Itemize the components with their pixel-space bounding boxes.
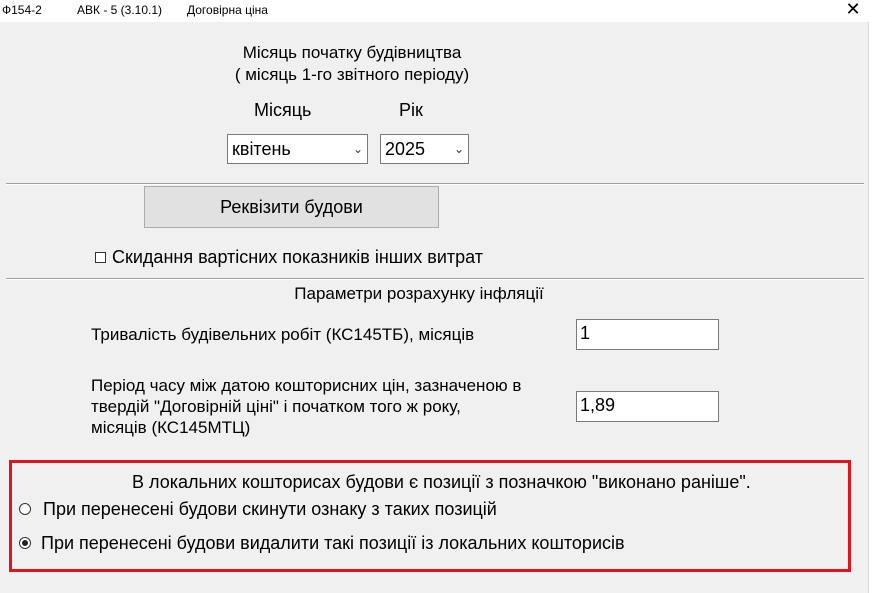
close-button[interactable]: ✕ xyxy=(838,0,868,20)
separator xyxy=(6,183,864,184)
period-label: Період часу між датою кошторисних цін, з… xyxy=(91,375,521,438)
separator xyxy=(6,278,864,279)
duration-input[interactable]: 1 xyxy=(576,319,719,350)
form-code: Ф154-2 xyxy=(2,3,42,17)
start-month-subheading: ( місяць 1-го звітного періоду) xyxy=(234,65,470,84)
year-select-value: 2025 xyxy=(385,139,426,159)
earlier-positions-notice: В локальних кошторисах будови є позиції … xyxy=(132,472,751,492)
period-input[interactable]: 1,89 xyxy=(576,391,719,422)
window-edge xyxy=(868,22,894,593)
window-title: Договірна ціна xyxy=(187,3,268,17)
period-label-line: місяців (КС145МТЦ) xyxy=(91,418,251,437)
app-version: АВК - 5 (3.10.1) xyxy=(77,3,163,17)
month-select-value: квітень xyxy=(232,139,291,159)
dialog-body: Місяць початку будівництва ( місяць 1-го… xyxy=(2,22,868,593)
period-label-line: Період часу між датою кошторисних цін, з… xyxy=(91,376,522,395)
title-bar: Ф154-2 АВК - 5 (3.10.1) Договірна ціна ✕ xyxy=(0,0,894,22)
duration-label: Тривалість будівельних робіт (КС145ТБ), … xyxy=(91,325,475,344)
radio-delete-positions-label[interactable]: При перенесені будови видалити такі пози… xyxy=(41,533,625,554)
radio-delete-positions[interactable] xyxy=(19,537,31,549)
chevron-down-icon: ⌄ xyxy=(453,142,464,156)
year-select[interactable]: 2025 ⌄ xyxy=(380,134,469,164)
start-month-heading: Місяць початку будівництва xyxy=(242,43,462,62)
requisites-button[interactable]: Реквізити будови xyxy=(144,186,439,228)
reset-other-costs-checkbox[interactable] xyxy=(95,252,106,263)
period-label-line: твердій "Договірній ціні" і початком тог… xyxy=(91,397,461,416)
month-select[interactable]: квітень ⌄ xyxy=(227,134,368,164)
close-icon: ✕ xyxy=(845,0,861,19)
reset-other-costs-label: Скидання вартісних показників інших витр… xyxy=(112,247,483,267)
chevron-down-icon: ⌄ xyxy=(352,142,363,156)
radio-clear-flag-label[interactable]: При перенесені будови скинути ознаку з т… xyxy=(43,499,497,520)
radio-clear-flag[interactable] xyxy=(19,503,31,515)
month-label: Місяць xyxy=(254,100,312,120)
year-label: Рік xyxy=(399,100,423,120)
inflation-heading: Параметри розрахунку інфляції xyxy=(294,284,544,303)
